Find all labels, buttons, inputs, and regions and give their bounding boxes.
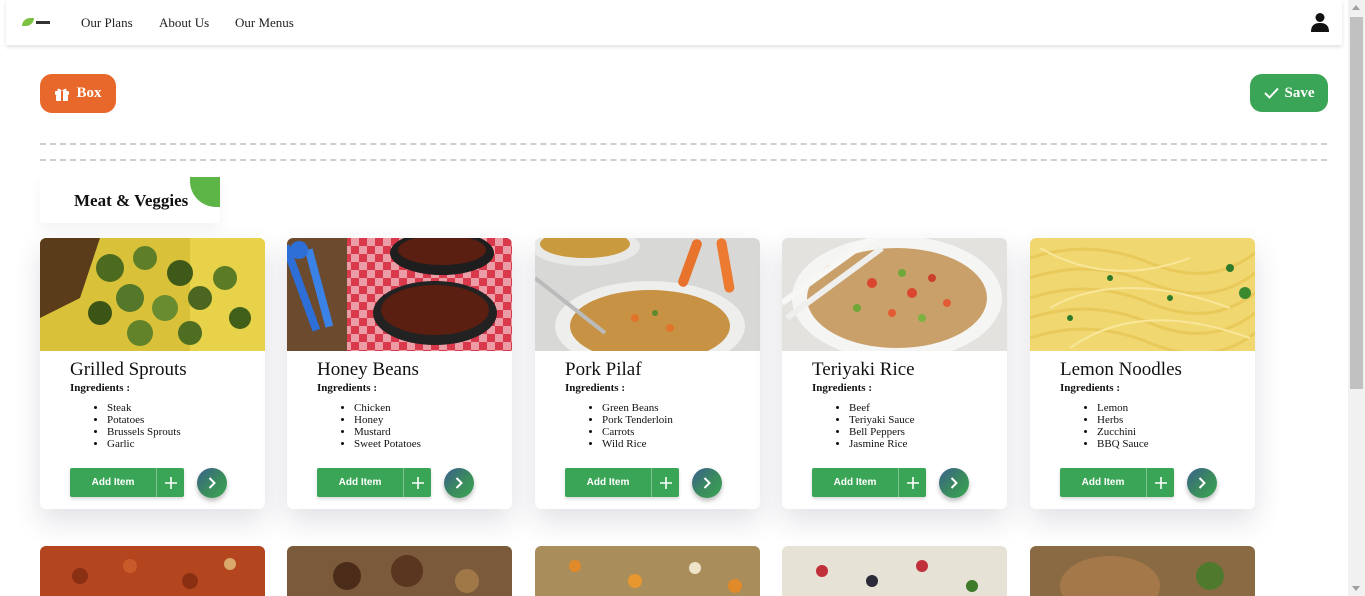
meal-title: Pork Pilaf — [565, 359, 642, 380]
save-button-label: Save — [1284, 84, 1315, 101]
ingredient-item: Carrots — [602, 426, 673, 438]
add-item-label: Add Item — [91, 477, 135, 488]
ingredient-item: Potatoes — [107, 414, 181, 426]
chevron-right-icon — [950, 477, 958, 489]
plus-icon — [898, 468, 926, 497]
ingredients-list: Steak Potatoes Brussels Sprouts Garlic — [107, 402, 181, 450]
user-icon[interactable] — [1311, 12, 1329, 32]
ingredient-item: Wild Rice — [602, 438, 673, 450]
view-meal-button[interactable] — [444, 468, 474, 498]
add-item-button[interactable]: Add Item — [70, 468, 184, 497]
meal-title: Teriyaki Rice — [812, 359, 915, 380]
leaf-accent-icon — [190, 177, 220, 207]
meal-card: Honey Beans Ingredients : Chicken Honey … — [287, 238, 512, 509]
add-item-button[interactable]: Add Item — [317, 468, 431, 497]
leaf-logo-icon[interactable] — [22, 16, 52, 28]
section-title: Meat & Veggies — [74, 191, 189, 210]
view-meal-button[interactable] — [1187, 468, 1217, 498]
ingredient-item: Teriyaki Sauce — [849, 414, 915, 426]
meal-image-partial — [1030, 546, 1255, 596]
divider — [40, 143, 1327, 145]
chevron-right-icon — [703, 477, 711, 489]
ingredient-item: Lemon — [1097, 402, 1149, 414]
meal-image-teriyaki-rice — [782, 238, 1007, 351]
ingredients-label: Ingredients : — [812, 382, 872, 394]
nav-link-our-menus[interactable]: Our Menus — [235, 15, 294, 31]
meal-image-lemon-noodles — [1030, 238, 1255, 351]
ingredients-list: Chicken Honey Mustard Sweet Potatoes — [354, 402, 421, 450]
ingredient-item: Sweet Potatoes — [354, 438, 421, 450]
nav-link-about-us[interactable]: About Us — [159, 15, 209, 31]
ingredient-item: Jasmine Rice — [849, 438, 915, 450]
ingredient-item: BBQ Sauce — [1097, 438, 1149, 450]
ingredient-item: Zucchini — [1097, 426, 1149, 438]
ingredient-item: Herbs — [1097, 414, 1149, 426]
meal-image-partial — [535, 546, 760, 596]
view-meal-button[interactable] — [692, 468, 722, 498]
scroll-up-arrow-icon[interactable] — [1352, 5, 1360, 10]
ingredient-item: Bell Peppers — [849, 426, 915, 438]
meal-image-partial — [40, 546, 265, 596]
ingredient-item: Brussels Sprouts — [107, 426, 181, 438]
ingredients-label: Ingredients : — [317, 382, 377, 394]
ingredient-item: Steak — [107, 402, 181, 414]
ingredients-label: Ingredients : — [70, 382, 130, 394]
ingredient-item: Chicken — [354, 402, 421, 414]
top-navbar: Our Plans About Us Our Menus — [6, 0, 1342, 45]
meal-title: Honey Beans — [317, 359, 419, 380]
nav-link-our-plans[interactable]: Our Plans — [81, 15, 133, 31]
meal-title: Lemon Noodles — [1060, 359, 1182, 380]
meal-image-honey-beans — [287, 238, 512, 351]
ingredient-item: Beef — [849, 402, 915, 414]
gift-box-icon — [55, 88, 70, 101]
ingredient-item: Garlic — [107, 438, 181, 450]
save-button[interactable]: Save — [1250, 74, 1328, 112]
chevron-right-icon — [208, 477, 216, 489]
box-button-label: Box — [76, 85, 102, 101]
meal-card: Pork Pilaf Ingredients : Green Beans Por… — [535, 238, 760, 509]
add-item-label: Add Item — [586, 477, 630, 488]
box-button[interactable]: Box — [40, 74, 116, 113]
meal-image-pork-pilaf — [535, 238, 760, 351]
meal-card: Teriyaki Rice Ingredients : Beef Teriyak… — [782, 238, 1007, 509]
plus-icon — [651, 468, 679, 497]
divider — [40, 159, 1327, 161]
ingredients-list: Beef Teriyaki Sauce Bell Peppers Jasmine… — [849, 402, 915, 450]
page-scrollbar[interactable] — [1348, 0, 1365, 596]
ingredient-item: Green Beans — [602, 402, 673, 414]
meal-card: Lemon Noodles Ingredients : Lemon Herbs … — [1030, 238, 1255, 509]
add-item-label: Add Item — [1081, 477, 1125, 488]
view-meal-button[interactable] — [197, 468, 227, 498]
meal-image-grilled-sprouts — [40, 238, 265, 351]
ingredients-label: Ingredients : — [565, 382, 625, 394]
ingredient-item: Mustard — [354, 426, 421, 438]
add-item-label: Add Item — [833, 477, 877, 488]
meal-title: Grilled Sprouts — [70, 359, 187, 380]
add-item-button[interactable]: Add Item — [812, 468, 926, 497]
section-header: Meat & Veggies — [40, 177, 220, 223]
add-item-button[interactable]: Add Item — [565, 468, 679, 497]
ingredient-item: Pork Tenderloin — [602, 414, 673, 426]
add-item-label: Add Item — [338, 477, 382, 488]
meal-image-partial — [782, 546, 1007, 596]
ingredients-list: Lemon Herbs Zucchini BBQ Sauce — [1097, 402, 1149, 450]
plus-icon — [403, 468, 431, 497]
view-meal-button[interactable] — [939, 468, 969, 498]
ingredient-item: Honey — [354, 414, 421, 426]
chevron-right-icon — [1198, 477, 1206, 489]
plus-icon — [156, 468, 184, 497]
ingredients-list: Green Beans Pork Tenderloin Carrots Wild… — [602, 402, 673, 450]
ingredients-label: Ingredients : — [1060, 382, 1120, 394]
scroll-down-arrow-icon[interactable] — [1352, 586, 1360, 591]
check-icon — [1263, 87, 1279, 99]
scroll-thumb[interactable] — [1350, 17, 1363, 389]
plus-icon — [1146, 468, 1174, 497]
add-item-button[interactable]: Add Item — [1060, 468, 1174, 497]
chevron-right-icon — [455, 477, 463, 489]
meal-image-partial — [287, 546, 512, 596]
meal-card: Grilled Sprouts Ingredients : Steak Pota… — [40, 238, 265, 509]
